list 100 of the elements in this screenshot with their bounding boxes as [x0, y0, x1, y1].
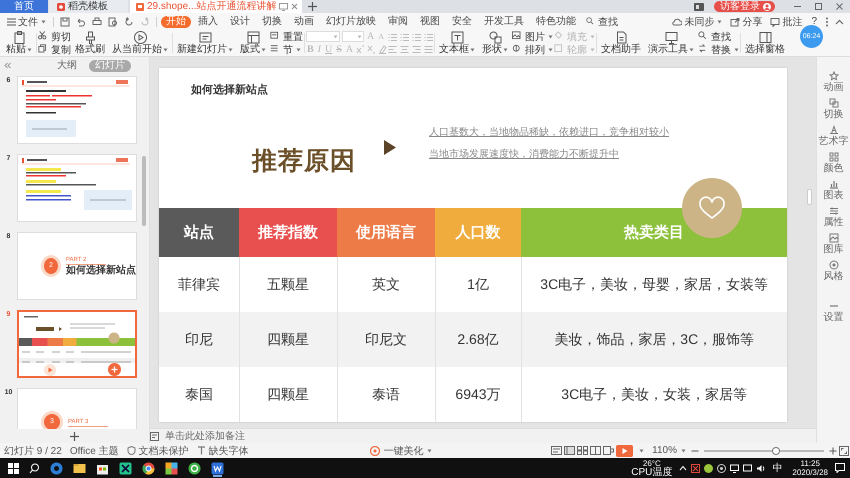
- clock[interactable]: 11:25 2020/3/28: [792, 459, 828, 477]
- add-tab-icon[interactable]: [308, 2, 318, 11]
- close-icon[interactable]: [291, 3, 298, 10]
- menu-tab[interactable]: 设计: [225, 16, 255, 28]
- scrollbar-thumb[interactable]: [142, 156, 146, 226]
- menu-tab[interactable]: 幻灯片放映: [321, 16, 381, 28]
- chat-icon[interactable]: [743, 464, 752, 472]
- add-icon[interactable]: [108, 363, 121, 376]
- panel-tab[interactable]: 大纲: [51, 60, 83, 72]
- table-cell: 3C电子，美妆，女装，家居等: [521, 367, 787, 422]
- status-button[interactable]: 文档未保护: [126, 444, 189, 458]
- ribbon-button[interactable]: 演示工具: [645, 30, 698, 56]
- ribbon-button[interactable]: 排列: [512, 43, 554, 56]
- presenter-view-icon[interactable]: [603, 446, 614, 455]
- input-method[interactable]: 中: [772, 461, 782, 475]
- sorter-view-icon[interactable]: [577, 446, 588, 455]
- play-icon[interactable]: [44, 364, 56, 376]
- sidebar-button[interactable]: 艺术字: [818, 125, 848, 147]
- sidebar-button[interactable]: 风格: [824, 260, 844, 282]
- close-icon[interactable]: [835, 2, 844, 11]
- app-icon[interactable]: [119, 462, 132, 474]
- undo-icon[interactable]: [76, 16, 86, 26]
- preview-icon[interactable]: [108, 16, 118, 26]
- app-icon[interactable]: [165, 462, 178, 474]
- account-button[interactable]: 访客登录: [714, 1, 775, 12]
- ribbon-button[interactable]: 新建幻灯片: [174, 30, 236, 56]
- toolbar-button[interactable]: 批注: [767, 15, 806, 28]
- ribbon-button[interactable]: 格式刷: [72, 30, 108, 56]
- zoom-in-icon[interactable]: [829, 446, 837, 454]
- panel-icon[interactable]: [694, 2, 704, 10]
- ribbon-button[interactable]: 文本框: [436, 30, 478, 56]
- collapse-icon[interactable]: [835, 18, 844, 24]
- sidebar-button[interactable]: 属性: [824, 206, 844, 228]
- slider-thumb[interactable]: [772, 446, 780, 454]
- document-tab[interactable]: 29.shope...站点开通流程讲解: [130, 0, 302, 13]
- menu-tab[interactable]: 审阅: [383, 16, 413, 28]
- ribbon-button[interactable]: 形状: [479, 30, 512, 56]
- ribbon-button[interactable]: 替换: [698, 43, 740, 56]
- chevron-up-icon[interactable]: [679, 465, 688, 471]
- toolbar-button[interactable]: 未同步: [669, 15, 726, 28]
- undo-icon[interactable]: [124, 16, 134, 26]
- sidebar-button[interactable]: 图库: [824, 233, 844, 255]
- beautify-button[interactable]: 一键美化: [370, 444, 432, 458]
- sidebar-button[interactable]: 颜色: [824, 152, 844, 174]
- notification-icon[interactable]: [835, 463, 845, 473]
- menu-tab[interactable]: 开发工具: [479, 16, 529, 28]
- monitor-icon[interactable]: [279, 2, 288, 10]
- menu-tab[interactable]: 切换: [257, 16, 287, 28]
- file-menu[interactable]: 文件: [4, 15, 49, 28]
- sidebar-button[interactable]: 设置: [824, 301, 844, 323]
- document-tab[interactable]: 首页: [0, 0, 48, 13]
- volume-icon[interactable]: [756, 464, 766, 472]
- document-tab[interactable]: 稻壳模板: [49, 0, 128, 13]
- ribbon-button[interactable]: 文档助手: [598, 30, 644, 56]
- save-icon[interactable]: [60, 16, 70, 26]
- reading-view-icon[interactable]: [590, 446, 602, 455]
- slide-thumbnail[interactable]: [17, 310, 137, 378]
- ribbon-button[interactable]: 重置: [270, 30, 303, 43]
- toolbar-button[interactable]: 分享: [727, 15, 766, 28]
- menu-tab[interactable]: 视图: [415, 16, 445, 28]
- zoom-level[interactable]: 110%: [652, 445, 686, 456]
- app-icon[interactable]: [73, 462, 86, 474]
- maximize-icon[interactable]: [814, 2, 823, 11]
- notes-field[interactable]: 单击此处添加备注: [165, 430, 245, 442]
- normal-view-icon[interactable]: [564, 446, 576, 455]
- network-icon[interactable]: [730, 464, 740, 472]
- fit-icon[interactable]: [839, 446, 849, 456]
- app-icon[interactable]: [142, 462, 155, 474]
- ribbon-button[interactable]: 复制: [38, 43, 71, 56]
- scrollbar-thumb[interactable]: [807, 189, 812, 205]
- shield-icon[interactable]: [691, 464, 700, 472]
- play-button-icon[interactable]: [616, 444, 634, 456]
- search-button[interactable]: 查找: [583, 15, 621, 28]
- caret-icon: [163, 48, 168, 52]
- ribbon-button[interactable]: 选择窗格: [742, 30, 788, 56]
- ribbon-button[interactable]: 从当前开始: [109, 30, 171, 56]
- sidebar-button[interactable]: 切换: [824, 98, 844, 120]
- notes-view-icon[interactable]: [551, 446, 562, 455]
- add-slide-icon[interactable]: [70, 432, 79, 440]
- help-button[interactable]: ?: [807, 15, 821, 28]
- menu-tab[interactable]: 特色功能: [531, 16, 581, 28]
- sidebar-button[interactable]: 动画: [824, 71, 844, 93]
- ribbon-button[interactable]: 图片: [512, 30, 554, 43]
- app-icon[interactable]: [211, 462, 224, 474]
- ribbon-button[interactable]: 剪切: [38, 30, 71, 43]
- print-icon[interactable]: [92, 16, 102, 26]
- ribbon-button[interactable]: 版式: [237, 30, 269, 56]
- app-icon[interactable]: [188, 462, 201, 474]
- ribbon-button[interactable]: 节: [270, 43, 303, 56]
- layers-icon: [828, 98, 838, 108]
- more-icon[interactable]: [825, 16, 829, 26]
- ribbon-button[interactable]: 粘贴: [3, 30, 35, 56]
- menu-tab[interactable]: 安全: [447, 16, 477, 28]
- sidebar-button[interactable]: 图表: [824, 179, 844, 201]
- windows-logo-icon[interactable]: [8, 462, 19, 474]
- menu-tab[interactable]: 动画: [289, 16, 319, 28]
- status-button[interactable]: 缺失字体: [196, 444, 249, 458]
- menu-tab[interactable]: 插入: [193, 16, 223, 28]
- ribbon-button[interactable]: 查找: [698, 30, 740, 43]
- search-icon[interactable]: [29, 462, 40, 474]
